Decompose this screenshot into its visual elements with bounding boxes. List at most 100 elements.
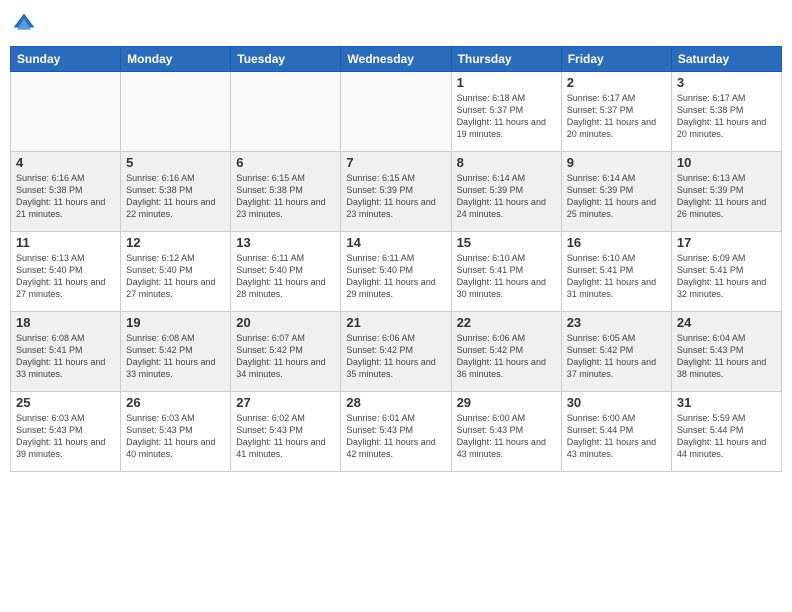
day-info: Sunrise: 6:06 AM Sunset: 5:42 PM Dayligh…	[457, 332, 556, 381]
col-header-friday: Friday	[561, 47, 671, 72]
page-header	[10, 10, 782, 38]
day-cell-21: 21 Sunrise: 6:06 AM Sunset: 5:42 PM Dayli…	[341, 312, 451, 392]
day-number: 30	[567, 395, 666, 410]
col-header-monday: Monday	[121, 47, 231, 72]
day-cell-27: 27 Sunrise: 6:02 AM Sunset: 5:43 PM Dayli…	[231, 392, 341, 472]
day-cell-empty-2	[231, 72, 341, 152]
day-cell-23: 23 Sunrise: 6:05 AM Sunset: 5:42 PM Dayli…	[561, 312, 671, 392]
day-info: Sunrise: 6:00 AM Sunset: 5:44 PM Dayligh…	[567, 412, 666, 461]
day-info: Sunrise: 6:13 AM Sunset: 5:39 PM Dayligh…	[677, 172, 776, 221]
day-cell-1: 1Sunrise: 6:18 AM Sunset: 5:37 PM Daylig…	[451, 72, 561, 152]
day-cell-11: 11 Sunrise: 6:13 AM Sunset: 5:40 PM Dayli…	[11, 232, 121, 312]
day-cell-16: 16Sunrise: 6:10 AM Sunset: 5:41 PM Dayli…	[561, 232, 671, 312]
day-cell-17: 17 Sunrise: 6:09 AM Sunset: 5:41 PM Dayli…	[671, 232, 781, 312]
day-cell-19: 19 Sunrise: 6:08 AM Sunset: 5:42 PM Dayli…	[121, 312, 231, 392]
day-cell-5: 5 Sunrise: 6:16 AM Sunset: 5:38 PM Daylig…	[121, 152, 231, 232]
day-cell-9: 9 Sunrise: 6:14 AM Sunset: 5:39 PM Daylig…	[561, 152, 671, 232]
day-cell-29: 29 Sunrise: 6:00 AM Sunset: 5:43 PM Dayli…	[451, 392, 561, 472]
day-info: Sunrise: 6:11 AM Sunset: 5:40 PM Dayligh…	[236, 252, 335, 301]
day-number: 17	[677, 235, 776, 250]
day-cell-6: 6 Sunrise: 6:15 AM Sunset: 5:38 PM Daylig…	[231, 152, 341, 232]
day-number: 24	[677, 315, 776, 330]
day-number: 18	[16, 315, 115, 330]
day-info: Sunrise: 6:04 AM Sunset: 5:43 PM Dayligh…	[677, 332, 776, 381]
day-number: 21	[346, 315, 445, 330]
day-cell-empty-3	[341, 72, 451, 152]
day-number: 23	[567, 315, 666, 330]
day-cell-4: 4Sunrise: 6:16 AM Sunset: 5:38 PM Daylig…	[11, 152, 121, 232]
day-info: Sunrise: 6:13 AM Sunset: 5:40 PM Dayligh…	[16, 252, 115, 301]
logo-icon	[10, 10, 38, 38]
day-cell-3: 3 Sunrise: 6:17 AM Sunset: 5:38 PM Daylig…	[671, 72, 781, 152]
day-number: 6	[236, 155, 335, 170]
day-number: 26	[126, 395, 225, 410]
day-number: 2	[567, 75, 666, 90]
day-info: Sunrise: 6:00 AM Sunset: 5:43 PM Dayligh…	[457, 412, 556, 461]
day-info: Sunrise: 6:10 AM Sunset: 5:41 PM Dayligh…	[567, 252, 666, 301]
calendar-header-row: SundayMondayTuesdayWednesdayThursdayFrid…	[11, 47, 782, 72]
day-number: 31	[677, 395, 776, 410]
col-header-tuesday: Tuesday	[231, 47, 341, 72]
day-info: Sunrise: 6:14 AM Sunset: 5:39 PM Dayligh…	[457, 172, 556, 221]
day-info: Sunrise: 6:15 AM Sunset: 5:38 PM Dayligh…	[236, 172, 335, 221]
day-info: Sunrise: 6:15 AM Sunset: 5:39 PM Dayligh…	[346, 172, 445, 221]
day-number: 14	[346, 235, 445, 250]
day-info: Sunrise: 6:08 AM Sunset: 5:42 PM Dayligh…	[126, 332, 225, 381]
day-cell-26: 26 Sunrise: 6:03 AM Sunset: 5:43 PM Dayli…	[121, 392, 231, 472]
day-info: Sunrise: 6:07 AM Sunset: 5:42 PM Dayligh…	[236, 332, 335, 381]
day-cell-24: 24 Sunrise: 6:04 AM Sunset: 5:43 PM Dayli…	[671, 312, 781, 392]
week-row-4: 18 Sunrise: 6:08 AM Sunset: 5:41 PM Dayli…	[11, 312, 782, 392]
day-info: Sunrise: 6:02 AM Sunset: 5:43 PM Dayligh…	[236, 412, 335, 461]
day-info: Sunrise: 6:03 AM Sunset: 5:43 PM Dayligh…	[16, 412, 115, 461]
day-cell-8: 8 Sunrise: 6:14 AM Sunset: 5:39 PM Daylig…	[451, 152, 561, 232]
day-number: 25	[16, 395, 115, 410]
day-number: 5	[126, 155, 225, 170]
day-info: Sunrise: 6:08 AM Sunset: 5:41 PM Dayligh…	[16, 332, 115, 381]
day-number: 28	[346, 395, 445, 410]
day-number: 15	[457, 235, 556, 250]
day-info: Sunrise: 6:17 AM Sunset: 5:38 PM Dayligh…	[677, 92, 776, 141]
week-row-2: 4Sunrise: 6:16 AM Sunset: 5:38 PM Daylig…	[11, 152, 782, 232]
day-number: 1	[457, 75, 556, 90]
day-cell-25: 25 Sunrise: 6:03 AM Sunset: 5:43 PM Dayli…	[11, 392, 121, 472]
day-number: 27	[236, 395, 335, 410]
day-cell-30: 30 Sunrise: 6:00 AM Sunset: 5:44 PM Dayli…	[561, 392, 671, 472]
day-number: 19	[126, 315, 225, 330]
day-cell-10: 10Sunrise: 6:13 AM Sunset: 5:39 PM Dayli…	[671, 152, 781, 232]
day-info: Sunrise: 6:03 AM Sunset: 5:43 PM Dayligh…	[126, 412, 225, 461]
col-header-saturday: Saturday	[671, 47, 781, 72]
day-info: Sunrise: 6:09 AM Sunset: 5:41 PM Dayligh…	[677, 252, 776, 301]
day-info: Sunrise: 6:05 AM Sunset: 5:42 PM Dayligh…	[567, 332, 666, 381]
logo	[10, 10, 42, 38]
day-cell-13: 13 Sunrise: 6:11 AM Sunset: 5:40 PM Dayli…	[231, 232, 341, 312]
day-info: Sunrise: 6:06 AM Sunset: 5:42 PM Dayligh…	[346, 332, 445, 381]
week-row-3: 11 Sunrise: 6:13 AM Sunset: 5:40 PM Dayli…	[11, 232, 782, 312]
col-header-thursday: Thursday	[451, 47, 561, 72]
day-cell-15: 15 Sunrise: 6:10 AM Sunset: 5:41 PM Dayli…	[451, 232, 561, 312]
day-number: 22	[457, 315, 556, 330]
day-info: Sunrise: 6:16 AM Sunset: 5:38 PM Dayligh…	[126, 172, 225, 221]
col-header-sunday: Sunday	[11, 47, 121, 72]
day-cell-empty-1	[121, 72, 231, 152]
day-cell-empty-0	[11, 72, 121, 152]
day-info: Sunrise: 6:11 AM Sunset: 5:40 PM Dayligh…	[346, 252, 445, 301]
day-number: 12	[126, 235, 225, 250]
day-cell-2: 2 Sunrise: 6:17 AM Sunset: 5:37 PM Daylig…	[561, 72, 671, 152]
day-number: 11	[16, 235, 115, 250]
day-cell-20: 20 Sunrise: 6:07 AM Sunset: 5:42 PM Dayli…	[231, 312, 341, 392]
day-number: 8	[457, 155, 556, 170]
day-info: Sunrise: 6:14 AM Sunset: 5:39 PM Dayligh…	[567, 172, 666, 221]
day-info: Sunrise: 5:59 AM Sunset: 5:44 PM Dayligh…	[677, 412, 776, 461]
day-number: 29	[457, 395, 556, 410]
day-info: Sunrise: 6:17 AM Sunset: 5:37 PM Dayligh…	[567, 92, 666, 141]
day-number: 9	[567, 155, 666, 170]
day-info: Sunrise: 6:10 AM Sunset: 5:41 PM Dayligh…	[457, 252, 556, 301]
day-number: 13	[236, 235, 335, 250]
day-cell-22: 22 Sunrise: 6:06 AM Sunset: 5:42 PM Dayli…	[451, 312, 561, 392]
day-cell-12: 12Sunrise: 6:12 AM Sunset: 5:40 PM Dayli…	[121, 232, 231, 312]
day-number: 20	[236, 315, 335, 330]
day-number: 3	[677, 75, 776, 90]
day-info: Sunrise: 6:01 AM Sunset: 5:43 PM Dayligh…	[346, 412, 445, 461]
week-row-1: 1Sunrise: 6:18 AM Sunset: 5:37 PM Daylig…	[11, 72, 782, 152]
day-cell-31: 31 Sunrise: 5:59 AM Sunset: 5:44 PM Dayli…	[671, 392, 781, 472]
